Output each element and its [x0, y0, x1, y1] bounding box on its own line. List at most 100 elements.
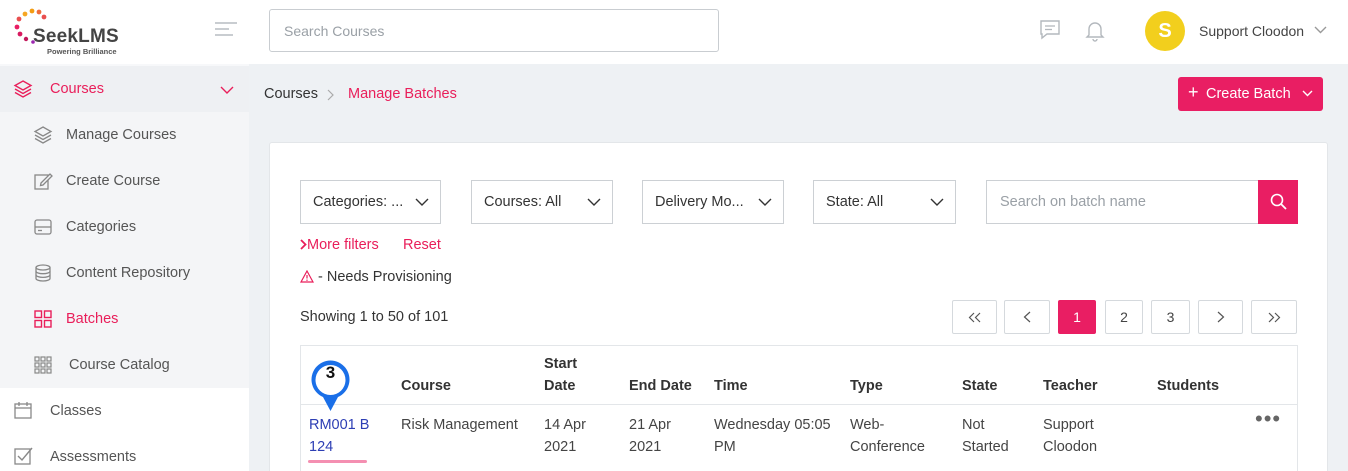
apps-icon: [34, 356, 52, 374]
last-page-button[interactable]: [1251, 300, 1297, 334]
double-chevron-left-icon: [968, 312, 980, 322]
more-filters-label: More filters: [307, 237, 379, 253]
column-header-end-date[interactable]: End Date: [629, 375, 692, 397]
categories-filter-value: Categories: ...: [313, 194, 404, 210]
sidebar-item-label: Content Repository: [66, 265, 191, 281]
search-icon: [1270, 193, 1287, 210]
chevron-down-icon: [930, 198, 944, 206]
sidebar-item-assessments[interactable]: Assessments: [0, 434, 249, 471]
column-header-course[interactable]: Course: [401, 375, 451, 397]
batches-card: Categories: ... Courses: All Delivery Mo…: [269, 142, 1328, 471]
column-header-start-date[interactable]: Start Date: [544, 353, 577, 397]
top-bar: SeekLMS Powering Brilliance S Support Cl…: [0, 0, 1348, 64]
chat-icon[interactable]: [1038, 18, 1062, 42]
chevron-down-icon: [1302, 90, 1313, 97]
layers-icon: [13, 80, 33, 98]
state-filter[interactable]: State: All: [813, 180, 956, 224]
state-cell: Not Started: [962, 414, 1009, 458]
type-line2: Conference: [850, 439, 925, 455]
courses-filter[interactable]: Courses: All: [471, 180, 613, 224]
sidebar-item-courses[interactable]: Courses: [0, 66, 249, 112]
course-cell: Risk Management: [401, 417, 518, 433]
sidebar: Courses Manage Courses Create Course Cat…: [0, 64, 249, 471]
sidebar-item-label: Manage Courses: [66, 127, 177, 143]
categories-filter[interactable]: Categories: ...: [300, 180, 441, 224]
batch-name-line2: 124: [309, 439, 334, 455]
sidebar-item-label: Courses: [50, 81, 104, 97]
sidebar-item-content-repository[interactable]: Content Repository: [0, 250, 249, 296]
create-batch-button[interactable]: + Create Batch: [1178, 77, 1323, 111]
needs-provisioning-legend: - Needs Provisioning: [300, 269, 452, 285]
page-3-button[interactable]: 3: [1151, 300, 1190, 334]
breadcrumb-courses[interactable]: Courses: [264, 86, 318, 102]
time-line1: Wednesday 05:05: [714, 417, 831, 433]
teacher-line1: Support: [1043, 417, 1094, 433]
double-chevron-right-icon: [1268, 312, 1281, 322]
sidebar-item-label: Course Catalog: [69, 357, 170, 373]
bell-icon[interactable]: [1083, 18, 1107, 42]
chevron-down-icon[interactable]: [1314, 26, 1327, 34]
sidebar-item-course-catalog[interactable]: Course Catalog: [0, 342, 249, 388]
sidebar-item-create-course[interactable]: Create Course: [0, 158, 249, 204]
state-filter-value: State: All: [826, 194, 884, 210]
batch-search-input[interactable]: [986, 180, 1258, 224]
column-header-type[interactable]: Type: [850, 375, 883, 397]
server-icon: [34, 219, 52, 235]
avatar[interactable]: S: [1145, 11, 1185, 51]
batch-search-button[interactable]: [1258, 180, 1298, 224]
reset-link[interactable]: Reset: [403, 237, 441, 253]
row-actions-menu-icon[interactable]: •••: [1255, 408, 1281, 430]
end-date-line2: 2021: [629, 439, 662, 455]
end-date-line1: 21 Apr: [629, 417, 671, 433]
highlight-underline: [308, 460, 367, 463]
batch-name-link[interactable]: RM001 B 124: [309, 414, 369, 458]
page-2-button[interactable]: 2: [1105, 300, 1143, 334]
end-date-cell: 21 Apr 2021: [629, 414, 671, 458]
type-cell: Web- Conference: [850, 414, 925, 458]
first-page-button[interactable]: [952, 300, 997, 334]
sidebar-item-label: Assessments: [50, 449, 137, 465]
brand-name: SeekLMS: [33, 26, 119, 47]
search-courses-input[interactable]: [269, 9, 719, 52]
column-header-teacher[interactable]: Teacher: [1043, 375, 1098, 397]
brand-tagline: Powering Brilliance: [47, 47, 117, 56]
state-line1: Not: [962, 417, 985, 433]
sidebar-item-categories[interactable]: Categories: [0, 204, 249, 250]
sidebar-item-classes[interactable]: Classes: [0, 388, 249, 434]
page-1-button[interactable]: 1: [1058, 300, 1096, 334]
needs-provisioning-label: - Needs Provisioning: [318, 269, 452, 285]
grid-icon: [34, 310, 52, 328]
step-marker-number: 3: [325, 363, 336, 382]
layers-icon: [33, 126, 53, 144]
plus-icon: +: [1188, 82, 1199, 102]
create-batch-label: Create Batch: [1206, 86, 1291, 102]
column-header-students[interactable]: Students: [1157, 375, 1219, 397]
more-filters-link[interactable]: More filters: [300, 237, 379, 253]
column-header-time[interactable]: Time: [714, 375, 748, 397]
menu-toggle-icon[interactable]: [215, 22, 237, 40]
start-date-line1: 14 Apr: [544, 417, 586, 433]
next-page-button[interactable]: [1198, 300, 1243, 334]
sidebar-item-batches[interactable]: Batches: [0, 296, 249, 342]
state-line2: Started: [962, 439, 1009, 455]
chevron-down-icon: [415, 198, 429, 206]
start-date-line2: 2021: [544, 439, 577, 455]
user-name[interactable]: Support Cloodon: [1199, 23, 1304, 39]
sidebar-item-manage-courses[interactable]: Manage Courses: [0, 112, 249, 158]
time-line2: PM: [714, 439, 736, 455]
type-line1: Web-: [850, 417, 885, 433]
delivery-mode-filter[interactable]: Delivery Mo...: [642, 180, 784, 224]
showing-count: Showing 1 to 50 of 101: [300, 309, 449, 325]
column-header-state[interactable]: State: [962, 375, 997, 397]
prev-page-button[interactable]: [1004, 300, 1050, 334]
sidebar-item-label: Create Course: [66, 173, 161, 189]
seeklms-logo[interactable]: SeekLMS Powering Brilliance: [12, 6, 142, 58]
batches-table: Course Start Date End Date Time Type Sta…: [300, 345, 1298, 471]
start-date-cell: 14 Apr 2021: [544, 414, 586, 458]
chevron-left-icon: [1023, 311, 1031, 323]
chevron-down-icon: [758, 198, 772, 206]
sidebar-item-label: Categories: [66, 219, 137, 235]
breadcrumb-current: Manage Batches: [348, 86, 457, 102]
edit-icon: [34, 173, 53, 190]
column-header-start-line2: Date: [544, 378, 576, 394]
